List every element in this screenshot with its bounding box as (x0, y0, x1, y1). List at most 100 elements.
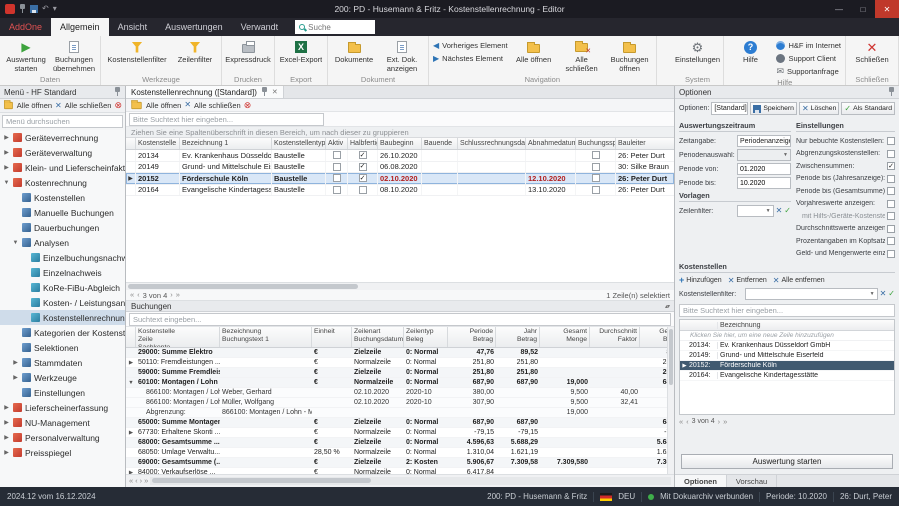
pin-icon[interactable] (114, 87, 121, 97)
alle-oeffnen-button[interactable]: Alle öffnen (510, 37, 558, 65)
checkbox[interactable] (592, 174, 600, 182)
tree-item[interactable]: ▼Kostenrechnung (0, 175, 125, 190)
undo-icon[interactable]: ↶ (42, 5, 49, 13)
pin-icon[interactable] (888, 87, 895, 97)
bookings-search-input[interactable] (129, 313, 671, 326)
alle-schliessen-button[interactable]: ✕Alle schließen (558, 37, 606, 73)
clear-filter-icon[interactable]: ✕ (880, 290, 887, 298)
column-header[interactable]: Bezeichnung (717, 322, 894, 329)
periode-von-input[interactable] (737, 163, 791, 175)
remove-all-kostenstellen-button[interactable]: ✕Alle entfernen (773, 277, 825, 285)
checkbox[interactable] (359, 163, 367, 171)
table-row[interactable]: 59000: Summe Fremdleis...€Zielzeile0: No… (126, 368, 674, 378)
tree-item[interactable]: Einzelnachweis (0, 265, 125, 280)
prev-page-icon[interactable]: ‹ (135, 477, 138, 485)
checkbox[interactable] (333, 186, 341, 194)
next-page-icon[interactable]: › (718, 418, 721, 426)
table-row[interactable]: ▼60100: Montagen / Lohn ...€Normalzeile0… (126, 378, 674, 388)
close-all-button[interactable]: Alle schließen (65, 101, 112, 110)
ribbon-search[interactable] (295, 20, 375, 34)
auswertung-starten-button[interactable]: ▶Auswertung starten (2, 37, 50, 73)
column-header[interactable]: JahrBetrag (496, 327, 540, 347)
tab-optionen[interactable]: Optionen (675, 475, 727, 487)
table-row[interactable]: 68000: Gesamtsumme ...€Zielzeile0: Norma… (126, 438, 674, 448)
support-client-button[interactable]: Support Client (776, 53, 841, 64)
excel-export-button[interactable]: XExcel-Export (277, 37, 325, 65)
column-header[interactable]: Buchungssperre (576, 138, 616, 149)
checkbox[interactable] (333, 151, 341, 159)
column-header[interactable]: Einheit (312, 327, 352, 347)
tree-item[interactable]: Einzelbuchungsnachweis (0, 250, 125, 265)
checkbox[interactable] (887, 237, 895, 245)
maximize-button[interactable]: □ (851, 0, 875, 18)
tree-item[interactable]: Selektionen (0, 340, 125, 355)
scrollbar-thumb[interactable] (669, 329, 673, 385)
column-header[interactable]: Kostenstelle (136, 138, 180, 149)
menu-tab-auswertungen[interactable]: Auswertungen (156, 18, 232, 36)
hf-im-internet-button[interactable]: H&F im Internet (776, 40, 841, 51)
tree-item[interactable]: Einstellungen (0, 385, 125, 400)
table-row[interactable]: ▶20152Förderschule KölnBaustelle02.10.20… (126, 173, 674, 185)
tree-item[interactable]: Manuelle Buchungen (0, 205, 125, 220)
checkbox[interactable] (887, 187, 895, 195)
list-item[interactable]: 20164:Evangelische Kindertagesstätte (680, 371, 894, 381)
table-row[interactable]: 866100: Montagen / LohnWeber, Gerhard02.… (126, 388, 674, 398)
schliessen-button[interactable]: ✕Schließen (848, 37, 896, 65)
group-by-panel[interactable]: Ziehen Sie eine Spaltenüberschrift in di… (126, 127, 674, 138)
first-page-icon[interactable]: « (129, 477, 133, 485)
table-row[interactable]: 20134Ev. Krankenhaus Düsseldorf Gm...Bau… (126, 150, 674, 162)
pin-icon[interactable] (261, 87, 268, 97)
pin-icon[interactable] (19, 4, 26, 14)
tree-expander-icon[interactable]: ▶ (3, 149, 10, 156)
remove-kostenstelle-button[interactable]: ✕Entfernen (728, 277, 767, 285)
menu-tab-ansicht[interactable]: Ansicht (109, 18, 157, 36)
column-header[interactable]: Bauleiter (616, 138, 674, 149)
ribbon-search-input[interactable] (308, 23, 371, 32)
close-tab-icon[interactable]: ✕ (272, 88, 278, 96)
buchungen-uebernehmen-button[interactable]: Buchungen übernehmen (50, 37, 98, 73)
tree-expander-icon[interactable]: ▶ (12, 359, 19, 366)
apply-filter-icon[interactable]: ✓ (888, 290, 895, 298)
einstellungen-button[interactable]: ⚙Einstellungen (673, 37, 721, 65)
checkbox[interactable] (592, 151, 600, 159)
column-header[interactable]: BezeichnungBuchungstext 1 (220, 327, 312, 347)
tree-item[interactable]: ▼Analysen (0, 235, 125, 250)
vertical-scrollbar[interactable] (667, 327, 674, 474)
column-header[interactable]: Bezeichnung 1 (180, 138, 272, 149)
menu-tab-allgemein[interactable]: Allgemein (51, 18, 109, 36)
delete-options-button[interactable]: ✕Löschen (799, 102, 839, 115)
last-page-icon[interactable]: » (176, 291, 180, 299)
checkbox[interactable] (887, 162, 895, 170)
language-label[interactable]: DEU (618, 492, 635, 501)
tree-item[interactable]: Kostenstellenrechnung (0, 310, 125, 325)
checkbox[interactable] (359, 151, 367, 159)
save-icon[interactable] (30, 5, 38, 13)
next-page-icon[interactable]: › (140, 477, 143, 485)
first-page-icon[interactable]: « (679, 418, 683, 426)
checkbox[interactable] (592, 163, 600, 171)
kostenstellenfilter-button[interactable]: Kostenstellenfilter (103, 37, 171, 65)
checkbox[interactable] (592, 186, 600, 194)
table-row[interactable]: 65000: Summe Montagen...€Zielzeile0: Nor… (126, 418, 674, 428)
checkbox[interactable] (887, 212, 895, 220)
menu-tab-verwandt[interactable]: Verwandt (232, 18, 288, 36)
table-row[interactable]: 69000: Gesamtsumme (...€Zielzeile2: Kost… (126, 458, 674, 468)
save-options-button[interactable]: Speichern (750, 102, 797, 115)
table-row[interactable]: ▶67730: Erhaltene Skonti ...€Normalzeile… (126, 428, 674, 438)
tab-vorschau[interactable]: Vorschau (727, 475, 777, 487)
tree-item[interactable]: Kategorien der Kostenstellen (0, 325, 125, 340)
tree-item[interactable]: ▶Geräteverrechnung (0, 130, 125, 145)
tree-item[interactable]: Kostenstellen (0, 190, 125, 205)
user-label[interactable]: 26: Durt, Peter (840, 492, 892, 501)
last-page-icon[interactable]: » (723, 418, 727, 426)
quick-access-dropdown-icon[interactable]: ▾ (53, 5, 57, 13)
last-page-icon[interactable]: » (144, 477, 148, 485)
scrollbar-thumb[interactable] (152, 478, 371, 483)
tree-item[interactable]: Kosten- / Leistungsanalyse (0, 295, 125, 310)
expander-icon[interactable]: ▼ (126, 378, 136, 387)
checkbox[interactable] (887, 250, 895, 258)
expressdruck-button[interactable]: Expressdruck (224, 37, 272, 65)
start-evaluation-button[interactable]: Auswertung starten (681, 454, 893, 469)
tree-item[interactable]: Dauerbuchungen (0, 220, 125, 235)
as-default-button[interactable]: ✓Als Standard (841, 102, 895, 115)
